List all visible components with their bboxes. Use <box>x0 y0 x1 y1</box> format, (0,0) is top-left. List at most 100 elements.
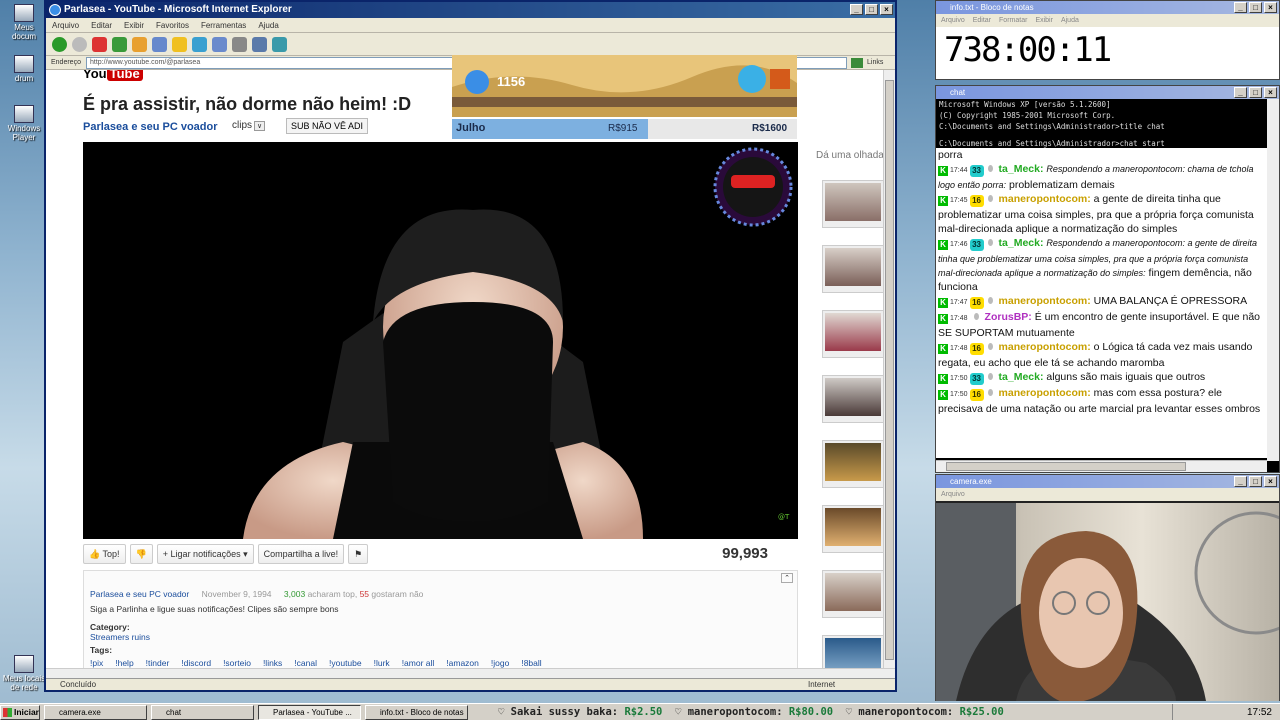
menu-editar[interactable]: Editar <box>91 18 112 32</box>
mail-icon[interactable] <box>212 36 227 52</box>
vertical-scrollbar[interactable] <box>883 70 895 668</box>
chat-username[interactable]: ta_Meck: <box>999 163 1044 175</box>
minimize-button[interactable]: _ <box>1234 2 1247 13</box>
video-player[interactable]: @T <box>83 142 798 539</box>
tag-link[interactable]: !sorteio <box>223 658 251 668</box>
tag-link[interactable]: !8ball <box>521 658 541 668</box>
ie-titlebar[interactable]: Parlasea - YouTube - Microsoft Internet … <box>46 2 895 18</box>
desktop-icon-drum[interactable]: drum <box>2 55 46 83</box>
clock[interactable]: 17:52 <box>1247 707 1272 718</box>
notepad-titlebar[interactable]: info.txt - Bloco de notas _ □ × <box>936 1 1279 14</box>
related-thumb[interactable] <box>822 505 883 553</box>
menu-editar[interactable]: Editar <box>973 14 991 27</box>
start-button[interactable]: Iniciar <box>0 704 40 720</box>
tag-link[interactable]: !tinder <box>146 658 170 668</box>
scrollbar-thumb[interactable] <box>946 462 1186 471</box>
related-thumb[interactable] <box>822 180 883 228</box>
taskbar-button-youtube[interactable]: Parlasea - YouTube ... <box>258 704 361 720</box>
maximize-button[interactable]: □ <box>865 4 878 15</box>
close-button[interactable]: × <box>1264 476 1277 487</box>
chat-username[interactable]: ZorusBP: <box>985 311 1032 323</box>
related-thumb[interactable] <box>822 310 883 358</box>
close-button[interactable]: × <box>880 4 893 15</box>
chat-titlebar[interactable]: chat _ □ × <box>936 86 1279 99</box>
stop-icon[interactable] <box>92 36 107 52</box>
minimize-button[interactable]: _ <box>850 4 863 15</box>
close-button[interactable]: × <box>1264 2 1277 13</box>
maximize-button[interactable]: □ <box>1249 476 1262 487</box>
related-thumb[interactable] <box>822 245 883 293</box>
chat-username[interactable]: maneropontocom: <box>999 387 1091 399</box>
horizontal-scrollbar[interactable] <box>936 460 1267 472</box>
search-icon[interactable] <box>152 36 167 52</box>
taskbar-button-notepad[interactable]: info.txt - Bloco de notas <box>365 704 468 720</box>
go-button[interactable] <box>851 57 863 68</box>
share-button[interactable]: Compartilha a live! <box>257 544 345 564</box>
tag-link[interactable]: !jogo <box>491 658 509 668</box>
related-thumb[interactable] <box>822 570 883 618</box>
menu-favoritos[interactable]: Favoritos <box>156 18 189 32</box>
edit-icon[interactable] <box>252 36 267 52</box>
message-time: 17:46 <box>950 241 968 248</box>
chat-username[interactable]: ta_Meck: <box>999 237 1044 249</box>
vertical-scrollbar[interactable] <box>1267 99 1279 461</box>
tag-link[interactable]: !lurk <box>374 658 390 668</box>
minimize-button[interactable]: _ <box>1234 476 1247 487</box>
tag-link[interactable]: !amazon <box>446 658 479 668</box>
refresh-icon[interactable] <box>112 36 127 52</box>
subscribe-button[interactable]: SUB NÃO VÊ ADI <box>286 118 369 134</box>
tag-link[interactable]: !amor all <box>402 658 435 668</box>
dislike-button[interactable]: 👎 <box>129 544 153 564</box>
desktop-icon-network[interactable]: Meus locais de rede <box>2 655 46 692</box>
links-button[interactable]: Links <box>867 59 895 66</box>
desktop-icon-documents[interactable]: Meus docum <box>2 4 46 41</box>
menu-arquivo[interactable]: Arquivo <box>52 18 79 32</box>
back-icon[interactable] <box>52 36 67 52</box>
category-link[interactable]: Streamers ruins <box>90 632 150 642</box>
menu-exibir[interactable]: Exibir <box>1035 14 1053 27</box>
minimize-button[interactable]: _ <box>1234 87 1247 98</box>
menu-ferramentas[interactable]: Ferramentas <box>201 18 246 32</box>
menu-arquivo[interactable]: Arquivo <box>941 488 965 501</box>
youtube-logo[interactable]: You Tube <box>83 70 143 81</box>
related-thumb[interactable] <box>822 440 883 488</box>
history-icon[interactable] <box>192 36 207 52</box>
related-thumb[interactable] <box>822 375 883 423</box>
menu-ajuda[interactable]: Ajuda <box>1061 14 1079 27</box>
forward-icon[interactable] <box>72 36 87 52</box>
tag-link[interactable]: !youtube <box>329 658 362 668</box>
menu-ajuda[interactable]: Ajuda <box>258 18 278 32</box>
taskbar-button-camera[interactable]: camera.exe <box>44 704 147 720</box>
chat-username[interactable]: maneropontocom: <box>999 193 1091 205</box>
desc-channel-link[interactable]: Parlasea e seu PC voador <box>90 589 189 599</box>
menu-arquivo[interactable]: Arquivo <box>941 14 965 27</box>
notify-button[interactable]: + Ligar notificações ▾ <box>156 544 254 564</box>
like-button[interactable]: 👍 Top! <box>83 544 126 564</box>
notepad-text[interactable]: 738:00:11 <box>936 27 1279 73</box>
chat-username[interactable]: maneropontocom: <box>999 341 1091 353</box>
print-icon[interactable] <box>232 36 247 52</box>
camera-titlebar[interactable]: camera.exe _ □ × <box>936 475 1279 488</box>
chat-username[interactable]: maneropontocom: <box>999 295 1091 307</box>
messenger-icon[interactable] <box>272 36 287 52</box>
tag-link[interactable]: !help <box>115 658 133 668</box>
tag-link[interactable]: !canal <box>294 658 317 668</box>
chat-username[interactable]: ta_Meck: <box>999 371 1044 383</box>
clips-dropdown[interactable]: clips ∨ <box>232 120 266 131</box>
collapse-icon[interactable]: ⌃ <box>781 573 793 583</box>
favorites-icon[interactable] <box>172 36 187 52</box>
tag-link[interactable]: !links <box>263 658 282 668</box>
flag-button[interactable]: ⚑ <box>348 544 369 564</box>
maximize-button[interactable]: □ <box>1249 87 1262 98</box>
tag-link[interactable]: !discord <box>181 658 211 668</box>
menu-exibir[interactable]: Exibir <box>124 18 144 32</box>
desktop-icon-player[interactable]: Windows Player <box>2 105 46 142</box>
maximize-button[interactable]: □ <box>1249 2 1262 13</box>
taskbar-button-chat[interactable]: chat <box>151 704 254 720</box>
close-button[interactable]: × <box>1264 87 1277 98</box>
channel-link[interactable]: Parlasea e seu PC voador <box>83 121 218 133</box>
home-icon[interactable] <box>132 36 147 52</box>
tag-link[interactable]: !pix <box>90 658 103 668</box>
menu-formatar[interactable]: Formatar <box>999 14 1027 27</box>
scrollbar-thumb[interactable] <box>885 80 894 660</box>
